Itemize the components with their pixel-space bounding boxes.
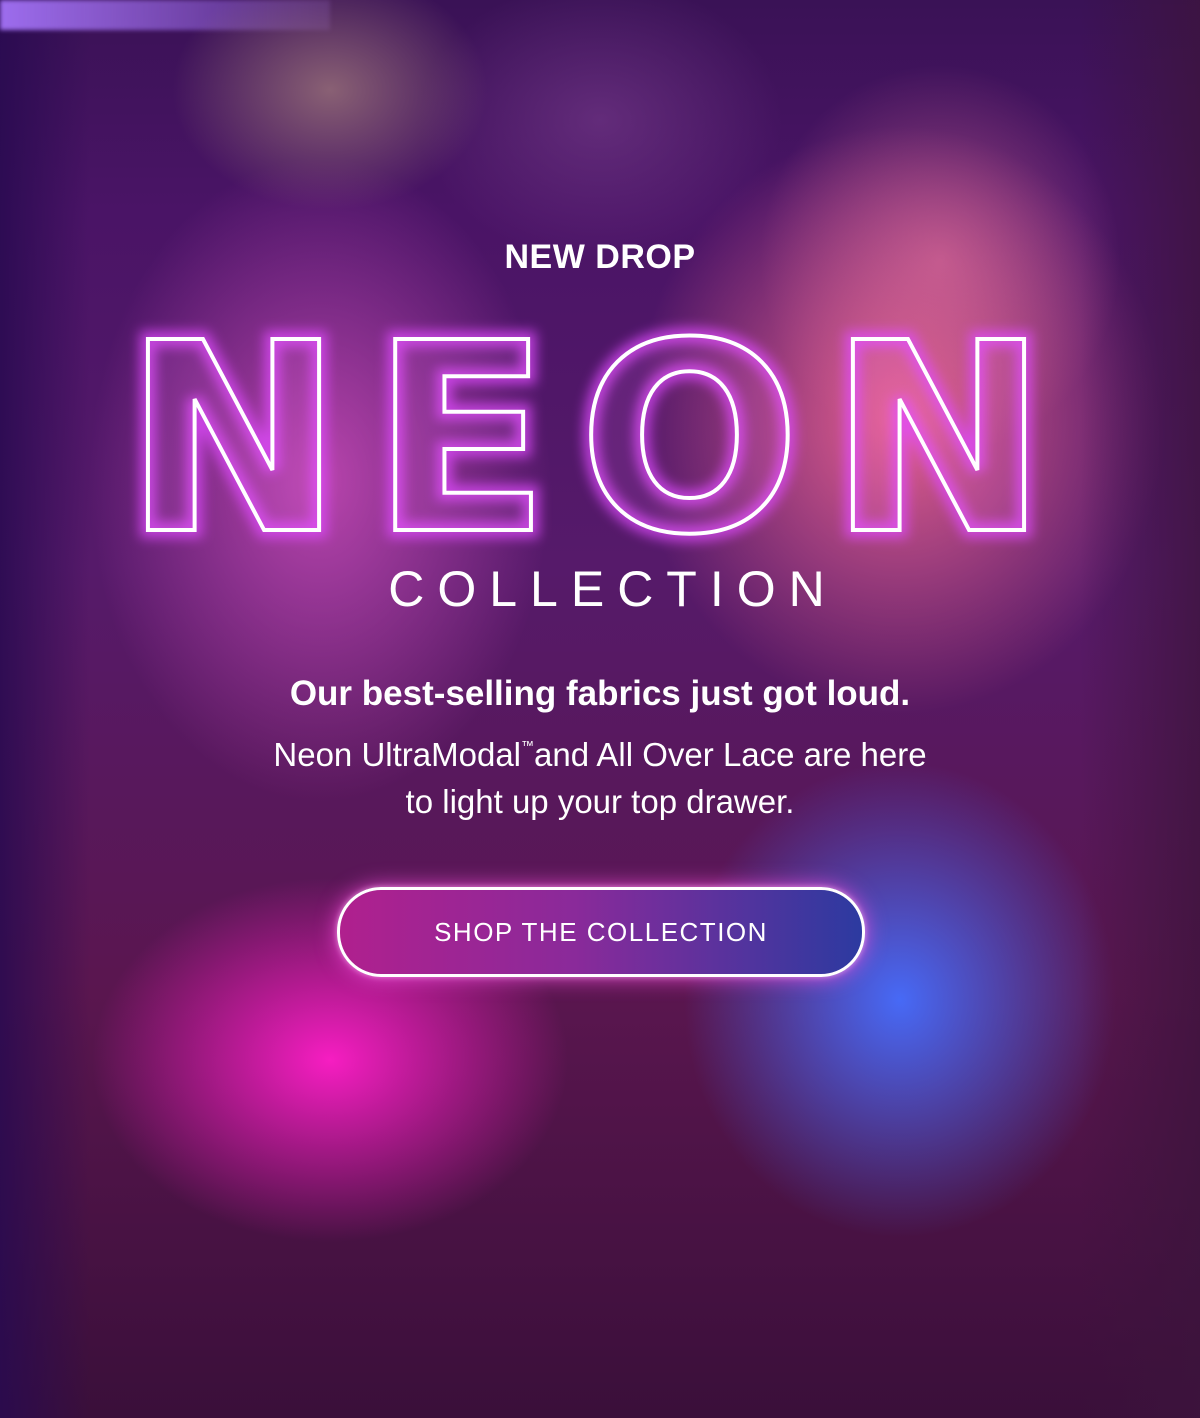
headline: Our best-selling fabrics just got loud. [289,674,911,713]
neon-title: NEON NEON [116,279,1056,600]
hero-banner: NEW DROP NEON NEON COLLECTION Our best-s… [0,0,1200,1418]
neon-title-svg: NEON NEON [116,279,1056,600]
collection-subtitle: COLLECTION [388,561,838,617]
body-copy: Neon UltraModal™and All Over Lace are he… [0,722,1200,825]
kicker-text: NEW DROP [504,238,696,276]
hero-content: NEW DROP NEON NEON COLLECTION Our best-s… [0,0,1200,1418]
shop-collection-button-label: SHOP THE COLLECTION [434,916,768,947]
body-line-1-end: and All Over Lace are here [534,736,927,773]
body-line-1-start: Neon UltraModal [273,736,522,773]
trademark-symbol: ™ [521,738,535,753]
body-line-2: to light up your top drawer. [405,783,795,820]
neon-title-outline: NEON [124,287,1076,592]
body-line-1: Neon UltraModal™and All Over Lace are he… [0,722,1200,778]
shop-collection-button[interactable]: SHOP THE COLLECTION [337,887,865,977]
